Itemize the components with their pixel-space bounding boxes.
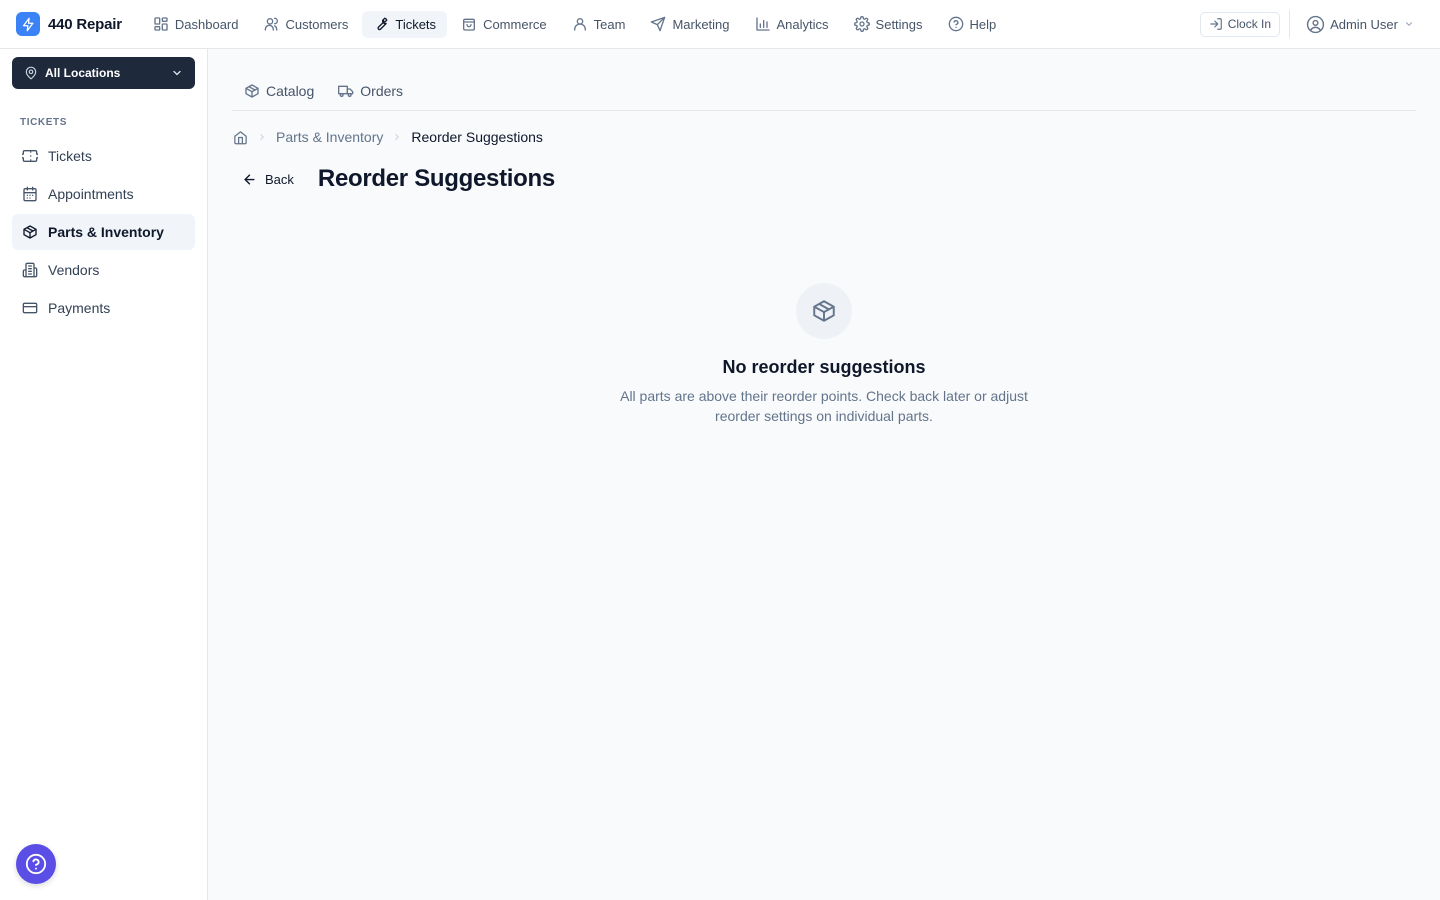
log-in-icon [1209, 18, 1222, 30]
arrow-left-icon [244, 173, 255, 185]
sidebar-item-label: Vendors [48, 262, 100, 278]
home-icon[interactable] [233, 130, 248, 145]
nav-label: Settings [875, 16, 923, 32]
map-pin-icon [25, 66, 37, 80]
sidebar-item-parts-inventory[interactable]: Parts & Inventory [12, 214, 195, 250]
bar-chart-icon [755, 17, 770, 31]
topbar-actions: Clock In Admin User [1199, 0, 1440, 49]
wrench-icon [377, 17, 388, 31]
truck-icon [338, 85, 354, 97]
sidebar-nav: Tickets Appointments Parts & Inventory V… [12, 138, 195, 328]
shopping-bag-icon [463, 18, 476, 31]
tab-label: Orders [360, 83, 404, 99]
empty-state: No reorder suggestions All parts are abo… [208, 283, 1440, 426]
back-label: Back [265, 171, 294, 187]
user-name: Admin User [1330, 16, 1398, 32]
sidebar-item-label: Appointments [48, 186, 134, 202]
location-selector[interactable]: All Locations [12, 57, 195, 89]
package-icon [245, 84, 259, 98]
sidebar-item-label: Payments [48, 300, 111, 316]
empty-state-icon-wrap [796, 283, 852, 339]
sidebar-section-label: TICKETS [20, 117, 67, 128]
nav-commerce[interactable]: Commerce [450, 11, 558, 38]
clock-in-label: Clock In [1227, 17, 1272, 31]
chevron-down-icon [173, 70, 181, 76]
chevron-down-icon [1405, 22, 1413, 26]
package-icon [813, 300, 835, 322]
nav-label: Customers [285, 16, 349, 32]
building-icon [22, 262, 38, 278]
tab-label: Catalog [266, 83, 315, 99]
nav-help[interactable]: Help [937, 11, 1008, 38]
location-selector-label: All Locations [45, 66, 121, 80]
nav-label: Team [593, 16, 626, 32]
tab-catalog[interactable]: Catalog [232, 71, 326, 111]
credit-card-icon [22, 302, 38, 314]
breadcrumb: Parts & Inventory Reorder Suggestions [232, 127, 543, 147]
brand-name: 440 Repair [48, 15, 122, 33]
user-circle-icon [1306, 15, 1325, 33]
nav-label: Analytics [776, 16, 829, 32]
divider [1289, 10, 1291, 38]
tab-orders[interactable]: Orders [326, 71, 415, 111]
nav-analytics[interactable]: Analytics [744, 11, 840, 38]
nav-label: Marketing [672, 16, 730, 32]
nav-dashboard[interactable]: Dashboard [142, 11, 250, 38]
sidebar-item-vendors[interactable]: Vendors [12, 252, 195, 288]
users-icon [264, 17, 278, 31]
sidebar: All Locations TICKETS Tickets Appointmen… [0, 49, 208, 900]
main-content: Catalog Orders Parts & Inventory Reorder… [208, 49, 1440, 900]
nav-label: Commerce [483, 16, 547, 32]
chevron-right-icon [260, 133, 264, 141]
help-circle-icon [948, 16, 963, 32]
top-navbar: 440 Repair Dashboard Customers Tickets C… [0, 0, 1440, 49]
main-nav: Dashboard Customers Tickets Commerce Tea… [142, 10, 1010, 38]
back-button[interactable]: Back [232, 164, 304, 194]
nav-settings[interactable]: Settings [843, 11, 934, 38]
breadcrumb-parts-inventory[interactable]: Parts & Inventory [276, 129, 383, 145]
nav-tickets[interactable]: Tickets [362, 10, 448, 38]
nav-label: Help [969, 16, 997, 32]
sub-tabs: Catalog Orders [232, 71, 1416, 111]
dashboard-icon [154, 17, 168, 31]
bolt-icon [16, 12, 40, 36]
brand[interactable]: 440 Repair [16, 12, 122, 36]
calendar-icon [23, 186, 37, 202]
breadcrumb-current: Reorder Suggestions [411, 129, 543, 145]
gear-icon [853, 16, 870, 32]
help-button[interactable] [16, 844, 56, 884]
page-title: Reorder Suggestions [317, 165, 555, 192]
nav-label: Tickets [395, 16, 437, 32]
user-icon [573, 18, 586, 31]
clock-in-button[interactable]: Clock In [1199, 11, 1281, 37]
sidebar-item-payments[interactable]: Payments [12, 290, 195, 326]
nav-customers[interactable]: Customers [253, 11, 360, 38]
page-header: Back Reorder Suggestions [232, 163, 555, 195]
sidebar-item-label: Tickets [48, 148, 92, 164]
package-icon [23, 225, 37, 239]
empty-state-title: No reorder suggestions [722, 357, 926, 377]
chevron-right-icon [395, 133, 400, 141]
send-icon [651, 16, 666, 32]
sidebar-item-tickets[interactable]: Tickets [12, 138, 195, 174]
nav-label: Dashboard [174, 16, 239, 32]
sidebar-item-label: Parts & Inventory [48, 224, 164, 240]
nav-team[interactable]: Team [561, 11, 637, 38]
sidebar-item-appointments[interactable]: Appointments [12, 176, 195, 212]
user-menu[interactable]: Admin User [1306, 15, 1414, 34]
ticket-icon [22, 150, 38, 162]
empty-state-description: All parts are above their reorder points… [620, 388, 1028, 424]
help-circle-icon [25, 853, 47, 875]
nav-marketing[interactable]: Marketing [639, 11, 740, 38]
